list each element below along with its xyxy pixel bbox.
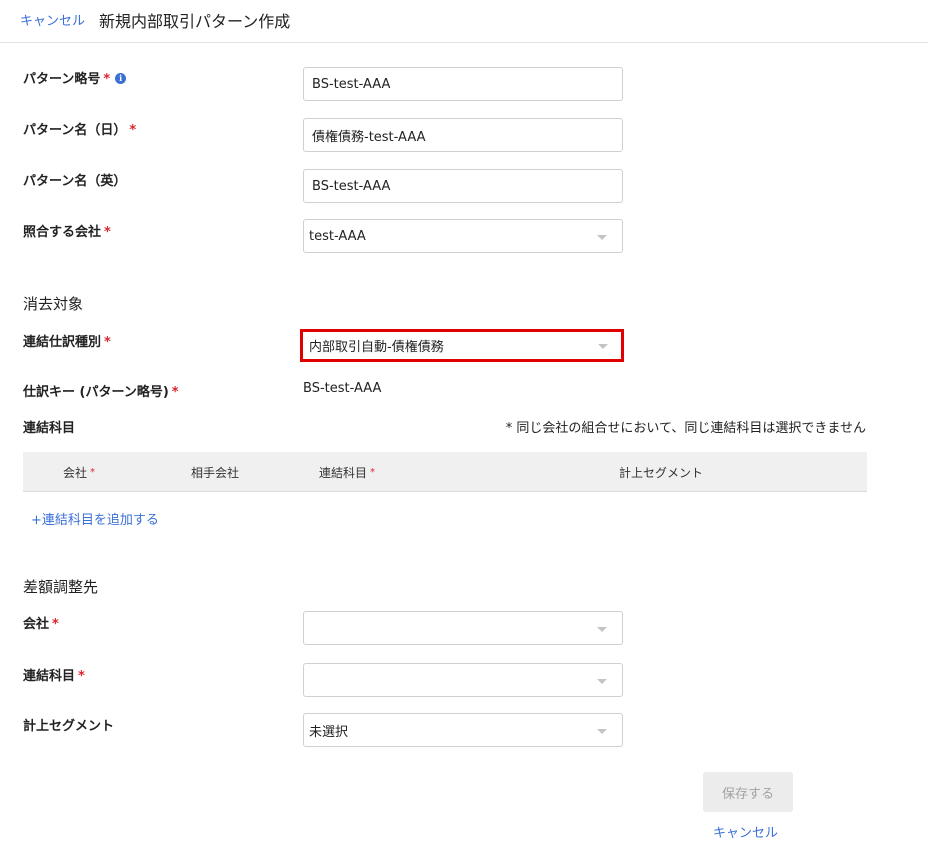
pattern-name-ja-input[interactable]: 債権債務-test-AAA (303, 118, 623, 152)
required-mark: * (78, 669, 85, 684)
save-button[interactable]: 保存する (703, 772, 793, 812)
column-header-account: 連結科目 * (319, 466, 376, 480)
column-header-segment: 計上セグメント (619, 466, 704, 480)
journal-key-value: BS-test-AAA (303, 381, 382, 396)
difference-segment-select[interactable]: 未選択 (303, 713, 623, 747)
required-mark: * (52, 617, 59, 632)
chevron-down-icon (597, 729, 607, 734)
required-mark: * (129, 123, 137, 138)
required-mark: * (104, 225, 111, 240)
required-mark: * (103, 72, 111, 87)
journal-key-label: 仕訳キー (パターン略号) * (23, 385, 179, 400)
pattern-name-ja-label: パターン名（日） * (23, 123, 137, 138)
journal-type-select[interactable]: 内部取引自動-債権債務 (300, 329, 624, 362)
column-header-company: 会社 * (63, 466, 96, 480)
required-mark: * (104, 335, 111, 350)
difference-company-select[interactable] (303, 611, 623, 645)
chevron-down-icon (598, 344, 608, 349)
difference-section-title: 差額調整先 (23, 578, 99, 596)
info-icon[interactable]: i (115, 73, 127, 84)
page-header: キャンセル 新規内部取引パターン作成 (0, 0, 928, 43)
difference-account-select[interactable] (303, 663, 623, 697)
matching-company-select[interactable]: test-AAA (303, 219, 623, 253)
accounts-label: 連結科目 (23, 421, 76, 436)
chevron-down-icon (597, 679, 607, 684)
footer-cancel-link[interactable]: キャンセル (713, 822, 778, 841)
add-account-link[interactable]: +連結科目を追加する (31, 509, 159, 528)
chevron-down-icon (597, 235, 607, 240)
pattern-code-label: パターン略号 * i (23, 68, 127, 87)
chevron-down-icon (597, 627, 607, 632)
accounts-note: * 同じ会社の組合せにおいて、同じ連結科目は選択できません (505, 421, 866, 436)
journal-type-label: 連結仕訳種別 * (23, 335, 111, 350)
accounts-table-header: 会社 * 相手会社 連結科目 * 計上セグメント (23, 452, 867, 492)
difference-company-label: 会社 * (23, 617, 59, 632)
required-mark: * (90, 467, 96, 478)
difference-segment-label: 計上セグメント (23, 719, 115, 734)
required-mark: * (370, 467, 376, 478)
required-mark: * (171, 385, 179, 400)
matching-company-label: 照合する会社 * (23, 225, 111, 240)
pattern-name-en-label: パターン名（英） (23, 174, 127, 189)
pattern-code-input[interactable]: BS-test-AAA (303, 67, 623, 101)
elimination-section-title: 消去対象 (23, 295, 84, 313)
header-cancel-link[interactable]: キャンセル (20, 10, 85, 29)
difference-account-label: 連結科目 * (23, 669, 85, 684)
column-header-counterparty: 相手会社 (191, 466, 240, 480)
pattern-name-en-input[interactable]: BS-test-AAA (303, 169, 623, 203)
page-title: 新規内部取引パターン作成 (99, 12, 291, 31)
